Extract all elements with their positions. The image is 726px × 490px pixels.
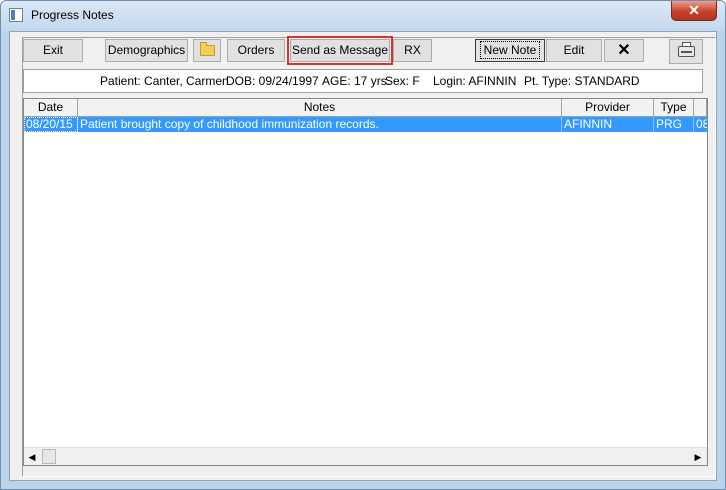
column-header-type[interactable]: Type [654, 99, 694, 117]
app-icon [9, 8, 23, 22]
rx-label: RX [404, 43, 421, 57]
edit-button[interactable]: Edit [546, 39, 602, 62]
window-title: Progress Notes [31, 8, 114, 22]
patient-age: AGE: 17 yrs. [322, 74, 391, 88]
cell-provider: AFINNIN [562, 117, 654, 132]
print-button[interactable] [669, 39, 703, 64]
patient-info-bar: Patient: Canter, Carmen DOB: 09/24/1997 … [23, 69, 703, 93]
orders-button[interactable]: Orders [227, 39, 285, 62]
table-row[interactable]: 08/20/15 Patient brought copy of childho… [24, 117, 707, 132]
patient-type: Pt. Type: STANDARD [524, 74, 640, 88]
demographics-label: Demographics [107, 43, 186, 57]
printer-icon [678, 42, 695, 57]
column-header-provider[interactable]: Provider [562, 99, 654, 117]
window-close-button[interactable]: ✕ [671, 1, 717, 21]
progress-notes-window: Progress Notes ✕ Exit Demographics Order… [0, 0, 726, 490]
patient-login: Login: AFINNIN [433, 74, 517, 88]
folder-icon [200, 42, 215, 56]
cell-extra: 08 [696, 117, 707, 131]
new-note-label: New Note [479, 41, 541, 59]
orders-label: Orders [237, 43, 275, 57]
cell-note: Patient brought copy of childhood immuni… [78, 117, 562, 132]
column-header-extra[interactable] [694, 99, 707, 117]
x-icon: ✕ [617, 42, 631, 59]
scrollbar-thumb[interactable] [42, 449, 56, 464]
patient-sex: Sex: F [385, 74, 420, 88]
column-header-date[interactable]: Date [24, 99, 78, 117]
horizontal-scrollbar[interactable]: ◀ ▶ [24, 447, 707, 465]
notes-grid[interactable]: Date Notes Provider Type 08/20/15 Patien… [23, 98, 708, 466]
scroll-left-icon[interactable]: ◀ [24, 449, 40, 465]
scroll-right-icon[interactable]: ▶ [690, 449, 706, 465]
cell-type: PRG [654, 117, 694, 132]
exit-label: Exit [42, 43, 63, 57]
patient-dob: DOB: 09/24/1997 [226, 74, 319, 88]
send-as-message-button[interactable]: Send as Message [287, 36, 393, 65]
cell-date: 08/20/15 [24, 117, 78, 132]
send-as-message-label: Send as Message [291, 43, 389, 57]
exit-button[interactable]: Exit [23, 39, 83, 62]
rx-button[interactable]: RX [393, 39, 432, 62]
folder-button[interactable] [193, 39, 221, 62]
demographics-button[interactable]: Demographics [105, 39, 188, 62]
column-header-notes[interactable]: Notes [78, 99, 562, 117]
patient-name: Patient: Canter, Carmen [100, 74, 229, 88]
title-bar: Progress Notes ✕ [1, 1, 725, 31]
delete-button[interactable]: ✕ [604, 39, 644, 62]
edit-label: Edit [563, 43, 585, 57]
new-note-button[interactable]: New Note [475, 39, 545, 62]
